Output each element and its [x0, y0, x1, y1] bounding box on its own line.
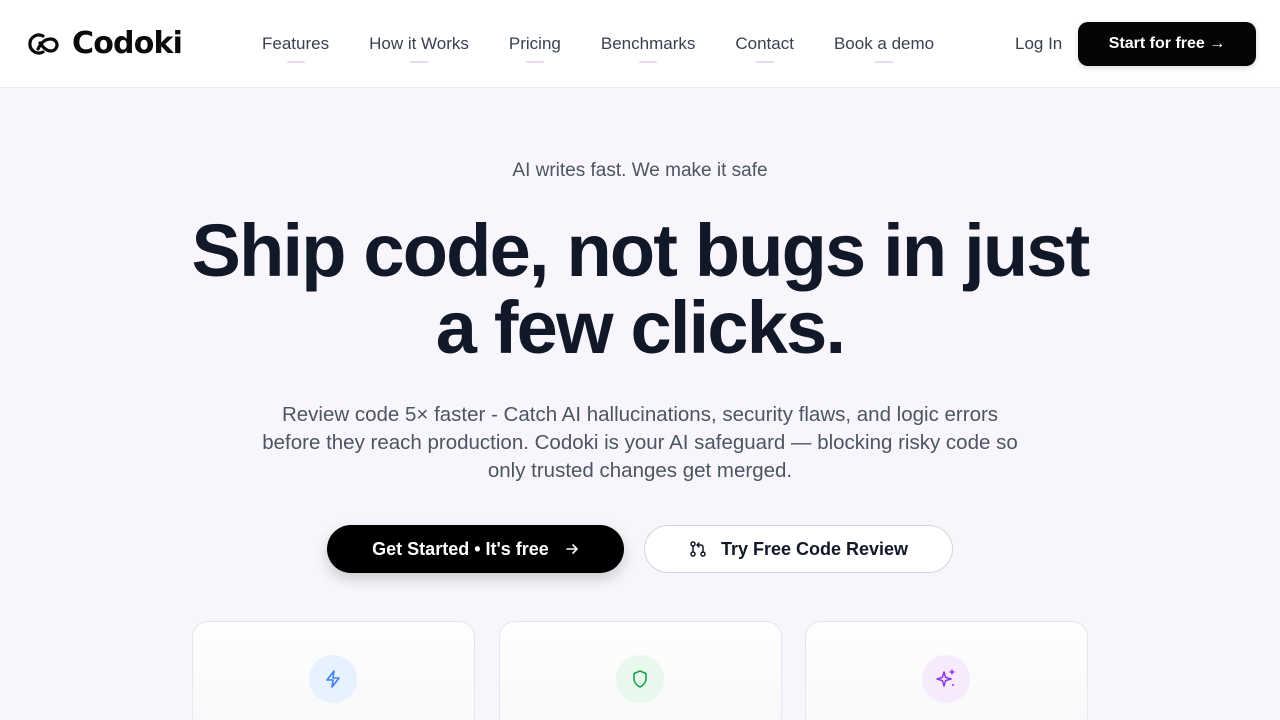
start-for-free-button[interactable]: Start for free → [1078, 22, 1256, 66]
headline-line-1: Ship code, not bugs in just [191, 209, 1091, 292]
nav-benchmarks[interactable]: Benchmarks [601, 34, 695, 54]
feature-card-security [499, 621, 782, 720]
nav-contact[interactable]: Contact [735, 34, 794, 54]
hero-tagline: AI writes fast. We make it safe [512, 160, 768, 181]
brand-name: Codoki [72, 26, 183, 61]
card-icon-circle [616, 655, 664, 703]
get-started-button[interactable]: Get Started • It's free [327, 525, 624, 573]
try-free-code-review-button[interactable]: Try Free Code Review [644, 525, 953, 573]
login-link[interactable]: Log In [1015, 34, 1062, 54]
git-pull-request-icon [690, 541, 706, 557]
logo[interactable]: Codoki [26, 26, 183, 61]
nav-features[interactable]: Features [262, 34, 329, 54]
feature-card-ai [805, 621, 1088, 720]
get-started-label: Get Started • It's free [372, 538, 549, 559]
codoki-logo-icon [28, 32, 59, 55]
card-icon-circle [922, 655, 970, 703]
shield-icon [633, 670, 647, 688]
feature-card-speed [192, 621, 475, 720]
nav-book-demo[interactable]: Book a demo [834, 34, 934, 54]
headline-line-2: a few clicks. [435, 286, 846, 369]
try-free-code-review-label: Try Free Code Review [720, 538, 909, 559]
main-nav: Features How it Works Pricing Benchmarks… [262, 0, 934, 88]
nav-how-it-works[interactable]: How it Works [369, 34, 469, 54]
card-icon-circle [309, 655, 357, 703]
sparkles-icon [936, 669, 955, 687]
lightning-icon [326, 670, 340, 688]
hero-headline: Ship code, not bugs in just a few clicks… [140, 212, 1140, 366]
hero-description: Review code 5× faster - Catch AI halluci… [262, 403, 1018, 482]
arrow-right-icon [566, 544, 578, 554]
site-header: Codoki Features How it Works Pricing Ben… [0, 0, 1280, 88]
nav-pricing[interactable]: Pricing [509, 34, 561, 54]
